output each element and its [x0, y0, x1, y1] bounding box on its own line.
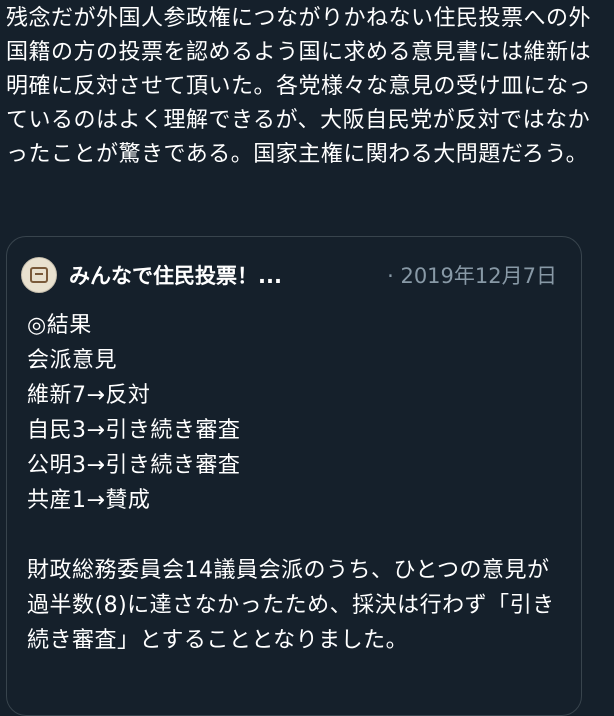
quoted-tweet-body: ◎結果 会派意見 維新7→反対 自民3→引き続き審査 公明3→引き続き審査 共産… [27, 313, 555, 653]
ballot-box-icon [30, 267, 48, 283]
avatar[interactable] [21, 257, 57, 293]
quoted-tweet-header: みんなで住民投票！... · 2019年12月7日 [21, 255, 571, 295]
quoted-tweet-card[interactable]: みんなで住民投票！... · 2019年12月7日 ◎結果 会派意見 維新7→反… [6, 236, 582, 716]
quoted-author-name[interactable]: みんなで住民投票！... [69, 260, 282, 290]
tweet-text: 残念だが外国人参政権につながりかねない住民投票への外国籍の方の投票を認めるよう国… [6, 6, 592, 167]
quoted-tweet-date[interactable]: · 2019年12月7日 [387, 260, 557, 290]
